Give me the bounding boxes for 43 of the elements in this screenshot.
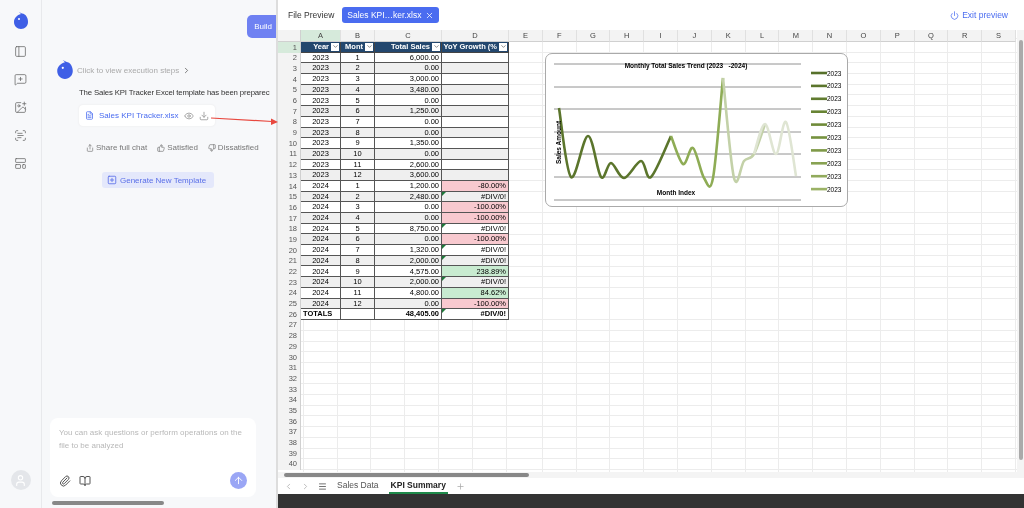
sheet-tab[interactable]: Sales Data: [335, 478, 381, 494]
scan-icon[interactable]: [14, 129, 27, 142]
close-icon[interactable]: [425, 10, 435, 20]
scrollbar-thumb[interactable]: [52, 500, 164, 505]
file-tab[interactable]: Sales KPI…ker.xlsx: [342, 7, 440, 23]
sidebar-toggle-icon[interactable]: [14, 45, 27, 58]
generate-template-button[interactable]: Generate New Template: [102, 172, 214, 188]
send-button[interactable]: [230, 472, 247, 489]
file-name-link[interactable]: Sales KPI Tracker.xlsx: [99, 111, 179, 120]
preview-title: File Preview: [288, 10, 335, 20]
thumbs-down-icon: [207, 143, 216, 152]
next-sheet-icon[interactable]: [301, 481, 310, 491]
arrow-up-icon: [233, 475, 244, 486]
filter-dropdown-icon[interactable]: [365, 42, 373, 51]
image-icon[interactable]: [14, 101, 27, 114]
share-icon: [86, 143, 94, 152]
scrollbar-thumb[interactable]: [284, 473, 529, 477]
eye-icon[interactable]: [184, 110, 194, 121]
sheet-menu-icon[interactable]: [318, 481, 327, 491]
file-card[interactable]: Sales KPI Tracker.xlsx: [79, 105, 215, 126]
file-icon: [85, 111, 94, 120]
power-icon: [950, 10, 960, 20]
template-icon[interactable]: [14, 157, 27, 170]
annotation-arrow: [210, 114, 279, 126]
thumbs-up-icon: [157, 143, 166, 152]
feedback-link[interactable]: Dissatisfied: [207, 143, 259, 152]
previous-sheet-icon[interactable]: [284, 481, 293, 491]
feedback-link[interactable]: Satisfied: [157, 143, 198, 152]
add-sheet-icon[interactable]: [455, 481, 465, 491]
table-cell: [341, 309, 375, 320]
exit-preview-button[interactable]: Exit preview: [944, 9, 1014, 21]
book-icon[interactable]: [79, 474, 91, 487]
filter-dropdown-icon[interactable]: [432, 42, 440, 51]
download-icon[interactable]: [199, 110, 209, 121]
plus-square-icon: [107, 175, 117, 185]
bird-logo-icon[interactable]: [12, 12, 29, 30]
scrollbar-thumb[interactable]: [1018, 40, 1023, 460]
feedback-link[interactable]: Share full chat: [86, 143, 148, 152]
filter-dropdown-icon[interactable]: [499, 42, 507, 51]
bird-avatar-icon: [56, 60, 74, 80]
new-chat-icon[interactable]: [14, 73, 27, 86]
paperclip-icon[interactable]: [59, 474, 71, 487]
filter-dropdown-icon[interactable]: [331, 42, 339, 51]
